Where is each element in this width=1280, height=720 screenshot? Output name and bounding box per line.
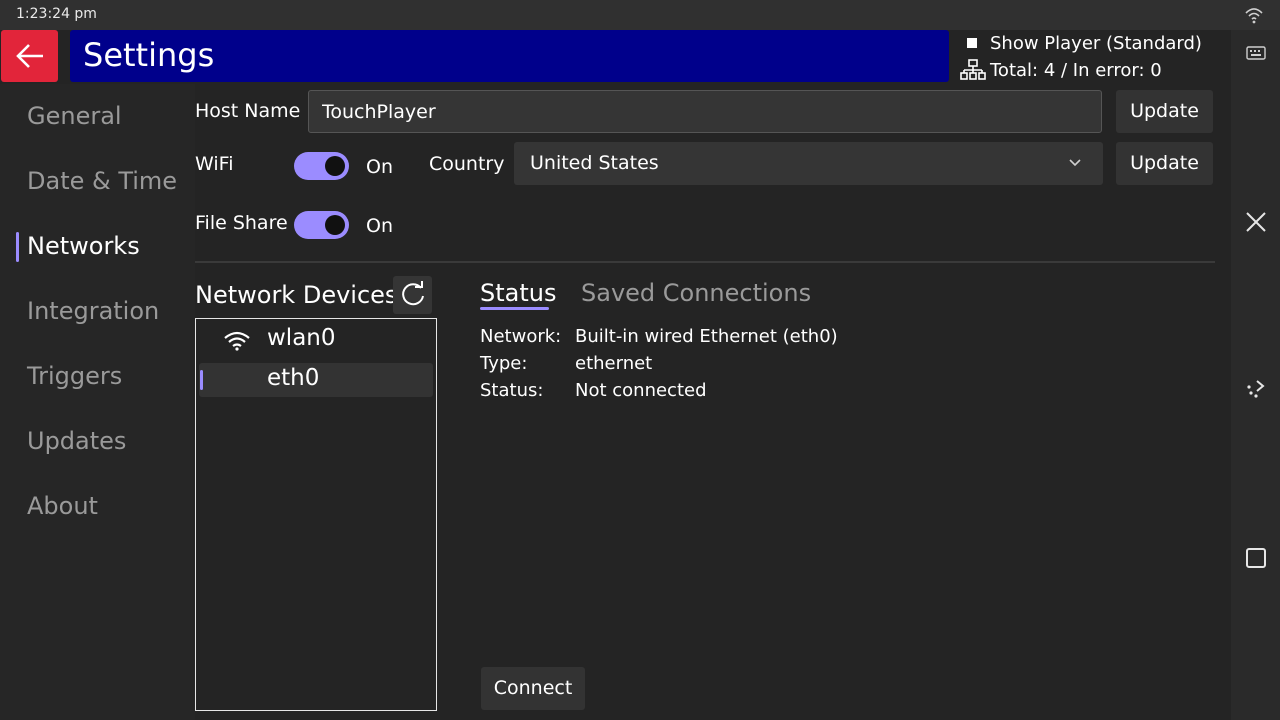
page-title: Settings (83, 36, 215, 74)
status-value: Not connected (575, 380, 707, 401)
show-player-toggle[interactable]: Show Player (Standard) (967, 31, 1202, 55)
country-select[interactable]: United States (514, 142, 1103, 185)
section-divider (195, 261, 1215, 263)
sidebar-item-networks[interactable]: Networks (27, 232, 140, 260)
wifi-state: On (366, 156, 393, 178)
file-share-toggle[interactable] (294, 211, 349, 239)
sidebar: General Date & Time Networks Integration… (0, 84, 195, 720)
sidebar-active-indicator (16, 232, 19, 262)
system-status-bar: 1:23:24 pm (0, 0, 1280, 30)
network-devices-title: Network Devices (195, 281, 398, 309)
wifi-toggle[interactable] (294, 152, 349, 180)
host-name-input[interactable] (308, 90, 1102, 133)
device-item-eth0[interactable]: eth0 (199, 363, 433, 397)
host-name-update-button[interactable]: Update (1116, 90, 1213, 133)
type-key: Type: (480, 353, 528, 374)
network-value: Built-in wired Ethernet (eth0) (575, 326, 838, 347)
sidebar-item-about[interactable]: About (27, 492, 98, 520)
sidebar-item-general[interactable]: General (27, 102, 122, 130)
chevron-down-icon (1069, 159, 1081, 167)
keyboard-icon[interactable] (1245, 42, 1267, 64)
device-selected-indicator (200, 370, 203, 390)
show-player-checkbox[interactable] (967, 38, 977, 48)
show-player-label: Show Player (Standard) (990, 32, 1202, 54)
rotate-arrow-icon[interactable] (1245, 377, 1267, 399)
totals-text: Total: 4 / In error: 0 (990, 59, 1162, 81)
country-update-button[interactable]: Update (1116, 142, 1213, 185)
country-select-value: United States (530, 152, 659, 174)
refresh-devices-button[interactable] (393, 276, 432, 314)
refresh-icon (402, 281, 424, 306)
wifi-status-icon (1245, 8, 1263, 24)
device-item-wlan0[interactable]: wlan0 (199, 323, 433, 357)
sidebar-item-integration[interactable]: Integration (27, 297, 159, 325)
title-bar: Settings (70, 30, 949, 82)
file-share-toggle-knob (325, 215, 345, 235)
status-key: Status: (480, 380, 544, 401)
wifi-icon (224, 331, 250, 351)
host-name-label: Host Name (195, 100, 301, 122)
back-button[interactable] (1, 30, 58, 82)
file-share-state: On (366, 215, 393, 237)
tab-saved-connections[interactable]: Saved Connections (581, 279, 811, 307)
connect-button[interactable]: Connect (481, 667, 585, 710)
device-totals: Total: 4 / In error: 0 (960, 58, 1162, 82)
system-nav-bar (1231, 30, 1280, 720)
device-label: wlan0 (267, 325, 336, 351)
country-label: Country (429, 153, 505, 175)
type-value: ethernet (575, 353, 653, 374)
sidebar-item-date-time[interactable]: Date & Time (27, 167, 177, 195)
tab-status[interactable]: Status (480, 279, 556, 307)
wifi-label: WiFi (195, 153, 234, 175)
wifi-toggle-knob (325, 156, 345, 176)
network-device-list: wlan0 eth0 (195, 318, 437, 711)
device-label: eth0 (267, 365, 320, 391)
sidebar-item-updates[interactable]: Updates (27, 427, 126, 455)
network-topology-icon (960, 59, 986, 80)
square-icon[interactable] (1245, 547, 1267, 569)
file-share-label: File Share (195, 212, 288, 234)
sidebar-item-triggers[interactable]: Triggers (27, 362, 122, 390)
network-key: Network: (480, 326, 562, 347)
arrow-left-icon (16, 44, 43, 68)
close-icon[interactable] (1245, 211, 1267, 233)
tab-status-underline (480, 307, 549, 310)
clock: 1:23:24 pm (16, 6, 97, 22)
